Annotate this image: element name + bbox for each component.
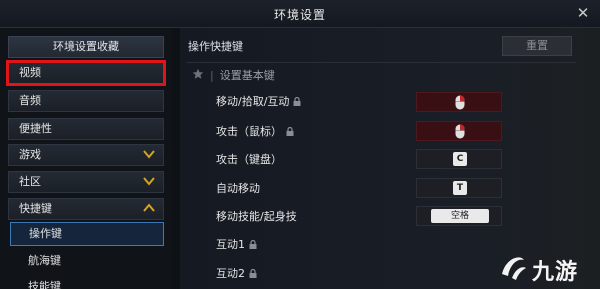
chevron-down-icon [143, 150, 155, 159]
title-bar: 环境设置 ✕ [0, 0, 600, 28]
mouse-right-button-icon [455, 124, 465, 139]
basic-keys-title: 设置基本键 [219, 69, 275, 82]
sidebar-subitem-label: 航海键 [28, 254, 61, 267]
sidebar-item-label: 游戏 [19, 148, 41, 161]
sidebar-item-label: 社区 [19, 175, 41, 188]
lock-icon [293, 97, 301, 106]
jiuyou-logo-icon [502, 257, 526, 280]
sidebar-item-game[interactable]: 游戏 [8, 144, 164, 166]
settings-sidebar: 环境设置收藏 视频 音频 便捷性 游戏 社区 快捷键 操作键 航海键 技能键 [0, 28, 172, 289]
sidebar-subitem-sailing-keys[interactable]: 航海键 [10, 250, 164, 274]
keybind-field-movement-skill[interactable]: 空格 [416, 206, 502, 226]
sidebar-item-hotkeys[interactable]: 快捷键 [8, 198, 164, 220]
reset-button[interactable]: 重置 [502, 36, 572, 56]
sidebar-subitem-skill-keys[interactable]: 技能键 [10, 276, 164, 289]
chevron-down-icon [143, 177, 155, 186]
keycap: C [453, 152, 467, 166]
lock-icon [249, 269, 257, 278]
window-title: 环境设置 [273, 8, 326, 22]
star-icon[interactable] [192, 68, 204, 80]
sidebar-item-community[interactable]: 社区 [8, 171, 164, 193]
chevron-up-icon [143, 203, 155, 212]
sidebar-item-label: 视频 [19, 66, 41, 79]
sidebar-favorites-header[interactable]: 环境设置收藏 [8, 36, 164, 58]
keybind-field-attack-mouse[interactable] [416, 121, 502, 141]
sidebar-subitem-label: 技能键 [28, 280, 61, 289]
basic-keys-header: | 设置基本键 [192, 68, 275, 84]
lock-icon [249, 240, 257, 249]
keybind-row-label: 攻击（键盘） [216, 153, 282, 166]
sidebar-item-audio[interactable]: 音频 [8, 90, 164, 112]
close-icon[interactable]: ✕ [574, 4, 592, 22]
sidebar-item-label: 音频 [19, 94, 41, 107]
keycap: T [453, 181, 467, 195]
sidebar-item-video[interactable]: 视频 [6, 60, 166, 86]
keybind-row-label: 互动1 [216, 236, 257, 254]
sidebar-item-convenience[interactable]: 便捷性 [8, 118, 164, 140]
sidebar-item-label: 快捷键 [19, 202, 52, 215]
lock-icon [286, 127, 294, 136]
keybind-row-label: 移动/拾取/互动 [216, 93, 301, 111]
section-title: 操作快捷键 [188, 40, 243, 53]
divider [186, 62, 576, 63]
keybind-field-auto-move[interactable]: T [416, 178, 502, 198]
keybind-row-label: 攻击（鼠标） [216, 123, 294, 141]
watermark-text: 九游 [532, 260, 579, 285]
keybind-field-move[interactable] [416, 92, 502, 112]
watermark: 九游 [498, 250, 598, 286]
separator-bar-icon: | [210, 69, 214, 82]
sidebar-item-label: 便捷性 [19, 122, 52, 135]
keybind-row-label: 互动2 [216, 265, 257, 283]
keybind-field-attack-keyboard[interactable]: C [416, 149, 502, 169]
sidebar-subitem-action-keys[interactable]: 操作键 [10, 222, 164, 246]
mouse-right-button-icon [455, 95, 465, 110]
keybind-row-label: 移动技能/起身技 [216, 210, 297, 223]
keycap-space: 空格 [431, 209, 489, 223]
sidebar-subitem-label: 操作键 [29, 227, 62, 240]
keybind-row-label: 自动移动 [216, 182, 260, 195]
